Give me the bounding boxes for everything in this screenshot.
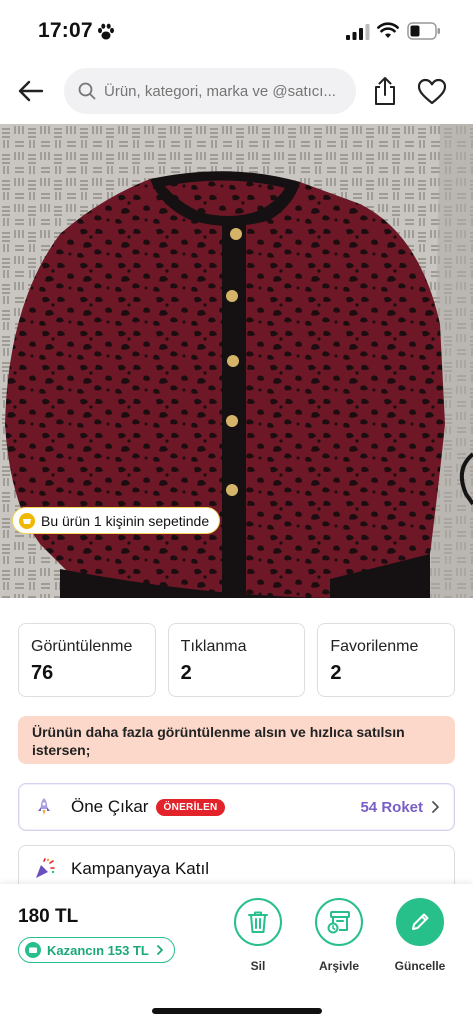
stat-card-favorites: Favorilenme 2 (317, 623, 456, 697)
rocket-cost-text: 54 Roket (360, 798, 423, 816)
pencil-icon (412, 913, 429, 930)
stat-label: Tıklanma (180, 638, 247, 655)
feature-label: Öne Çıkar (71, 797, 149, 816)
stat-card-views: Görüntülenme 76 (18, 623, 156, 697)
arrow-left-icon (18, 80, 44, 102)
status-time: 17:07 (38, 19, 93, 42)
stat-value: 2 (180, 662, 192, 684)
rocket-cost: 54 Roket (360, 799, 442, 816)
battery-icon (407, 22, 440, 40)
share-button[interactable] (368, 74, 402, 108)
update-button[interactable]: Güncelle (385, 898, 455, 973)
archive-button-circle[interactable] (315, 898, 363, 946)
update-label: Güncelle (394, 959, 446, 973)
status-bar: 17:07 (0, 0, 473, 60)
earnings-badge[interactable]: Kazancın 153 TL (18, 937, 175, 963)
chevron-right-icon (156, 945, 163, 955)
signal-icon (346, 24, 370, 40)
basket-icon (19, 512, 35, 529)
feature-product-row[interactable]: Öne Çıkar ÖNERİLEN 54 Roket (18, 783, 455, 831)
search-bar[interactable] (64, 68, 356, 114)
share-icon (375, 77, 395, 105)
stat-value: 76 (31, 662, 54, 684)
search-input[interactable] (104, 82, 340, 100)
favorite-button[interactable] (415, 74, 449, 108)
home-indicator (152, 1008, 322, 1014)
bottom-action-bar: 180 TL Kazancın 153 TL Sil Arşivle Günce… (0, 884, 473, 1024)
wallet-icon (25, 942, 41, 958)
delete-button[interactable]: Sil (223, 898, 293, 973)
stats-row: Görüntülenme 76 Tıklanma 2 Favorilenme 2 (18, 623, 456, 697)
chevron-right-icon (432, 801, 439, 813)
top-navigation (0, 66, 473, 116)
campaign-label: Kampanyaya Katıl (71, 859, 209, 878)
stat-value: 2 (330, 662, 342, 684)
wifi-icon (377, 22, 399, 38)
update-button-circle[interactable] (396, 898, 444, 946)
recommended-badge: ÖNERİLEN (156, 798, 225, 816)
delete-label: Sil (250, 959, 266, 973)
basket-count-badge: Bu ürün 1 kişinin sepetinde (12, 507, 221, 534)
search-icon (78, 82, 96, 100)
trash-icon (248, 911, 268, 933)
stat-label: Görüntülenme (31, 638, 133, 655)
party-icon (31, 856, 57, 882)
heart-icon (417, 78, 447, 104)
stat-label: Favorilenme (330, 638, 419, 655)
archive-button[interactable]: Arşivle (304, 898, 374, 973)
back-button[interactable] (14, 74, 48, 108)
price: 180 TL (18, 906, 79, 927)
basket-badge-text: Bu ürün 1 kişinin sepetinde (41, 512, 210, 529)
stat-card-clicks: Tıklanma 2 (167, 623, 306, 697)
paw-icon (98, 23, 114, 40)
archive-label: Arşivle (318, 959, 360, 973)
archive-icon (327, 911, 350, 934)
earnings-text: Kazancın 153 TL (47, 942, 149, 958)
rocket-icon (31, 794, 57, 820)
delete-button-circle[interactable] (234, 898, 282, 946)
promo-banner: Ürünün daha fazla görüntülenme alsın ve … (18, 716, 455, 764)
